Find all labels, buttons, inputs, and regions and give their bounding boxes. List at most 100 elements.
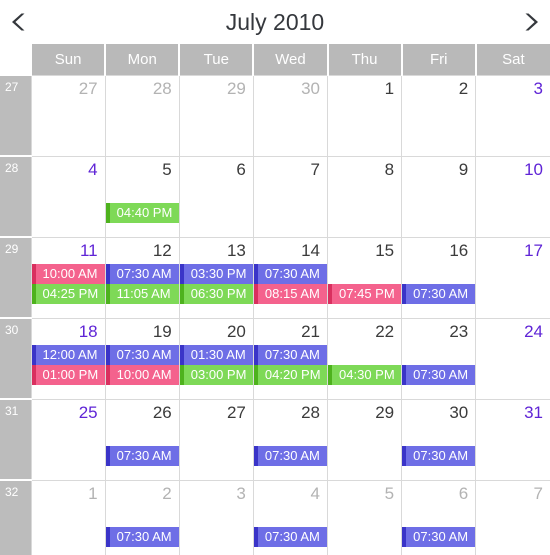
day-cell[interactable]: 10 xyxy=(475,155,550,237)
day-cell[interactable]: 2 xyxy=(401,74,476,156)
calendar-event[interactable]: 04:30 PM xyxy=(328,364,402,385)
day-cell[interactable]: 3 xyxy=(178,479,254,555)
day-cell[interactable]: 28 07:30 AM xyxy=(252,398,328,480)
day-cell[interactable]: 7 xyxy=(475,479,550,555)
event-slot-spacer xyxy=(403,507,476,527)
day-cell[interactable]: 27 xyxy=(30,74,106,156)
calendar-event[interactable]: 12:00 AM xyxy=(32,344,105,365)
day-number: 24 xyxy=(524,321,543,341)
calendar-event[interactable]: 07:30 AM xyxy=(106,526,179,547)
day-number: 4 xyxy=(88,159,98,179)
week-number-cell[interactable]: 32 xyxy=(0,479,32,555)
week-number-cell[interactable]: 28 xyxy=(0,155,32,237)
event-stack: 07:30 AM xyxy=(106,507,179,547)
week-number-cell[interactable]: 27 xyxy=(0,74,32,156)
calendar-titlebar: July 2010 xyxy=(0,0,550,44)
day-cell[interactable]: 28 xyxy=(104,74,180,156)
event-stack: 07:30 AM xyxy=(402,507,476,547)
event-stack: 04:40 PM xyxy=(106,183,179,223)
day-cell[interactable]: 3 xyxy=(475,74,550,156)
day-cell[interactable]: 14 07:30 AM 08:15 AM xyxy=(252,236,328,318)
calendar-event[interactable]: 07:30 AM xyxy=(254,263,328,284)
calendar-event[interactable]: 07:30 AM xyxy=(402,283,476,304)
day-cell[interactable]: 27 xyxy=(178,398,254,480)
day-cell[interactable]: 7 xyxy=(252,155,328,237)
day-cell[interactable]: 4 xyxy=(30,155,106,237)
event-stack: 07:30 AM xyxy=(254,426,328,466)
calendar-event[interactable]: 07:30 AM xyxy=(402,526,476,547)
calendar-event[interactable]: 08:15 AM xyxy=(254,283,328,304)
day-cell[interactable]: 18 12:00 AM 01:00 PM xyxy=(30,317,106,399)
calendar-event[interactable]: 10:00 AM xyxy=(106,364,179,385)
calendar-event[interactable]: 07:30 AM xyxy=(402,445,476,466)
day-number: 27 xyxy=(78,78,98,98)
week-number-cell[interactable]: 31 xyxy=(0,398,32,480)
day-cell[interactable]: 9 xyxy=(401,155,476,237)
day-cell[interactable]: 21 07:30 AM 04:20 PM xyxy=(252,317,328,399)
calendar-week-row: 28 4 5 04:40 PM 6 7 8 9 10 xyxy=(0,155,550,237)
day-cell[interactable]: 29 xyxy=(178,74,254,156)
day-cell[interactable]: 19 07:30 AM 10:00 AM xyxy=(104,317,180,399)
calendar-event[interactable]: 07:30 AM xyxy=(106,263,179,284)
event-stack: 03:30 PM 06:30 PM xyxy=(180,263,253,304)
day-cell[interactable]: 2 07:30 AM xyxy=(104,479,180,555)
event-stack: 07:30 AM xyxy=(106,426,179,466)
calendar-event[interactable]: 07:30 AM xyxy=(402,364,476,385)
calendar-event[interactable]: 07:30 AM xyxy=(106,344,179,365)
calendar-event[interactable]: 07:30 AM xyxy=(254,526,328,547)
day-cell[interactable]: 11 10:00 AM 04:25 PM xyxy=(30,236,106,318)
day-cell[interactable]: 1 xyxy=(30,479,106,555)
week-number-cell[interactable]: 30 xyxy=(0,317,32,399)
day-cell[interactable]: 29 xyxy=(327,398,402,480)
day-cell[interactable]: 15 07:45 PM xyxy=(327,236,402,318)
weekday-header-fri: Fri xyxy=(400,44,476,75)
day-number: 20 xyxy=(226,321,246,341)
event-stack: 01:30 AM 03:00 PM xyxy=(180,344,253,385)
day-number: 28 xyxy=(152,78,172,98)
calendar-event[interactable]: 04:40 PM xyxy=(106,202,179,223)
day-number: 5 xyxy=(384,483,395,503)
day-cell[interactable]: 30 07:30 AM xyxy=(401,398,476,480)
next-month-button[interactable] xyxy=(516,0,550,44)
day-cell[interactable]: 25 xyxy=(30,398,106,480)
calendar-event[interactable]: 10:00 AM xyxy=(32,263,105,284)
day-cell[interactable]: 17 xyxy=(475,236,550,318)
day-cell[interactable]: 26 07:30 AM xyxy=(104,398,180,480)
calendar-event[interactable]: 03:00 PM xyxy=(180,364,253,385)
day-cell[interactable]: 5 xyxy=(327,479,402,555)
day-cell[interactable]: 8 xyxy=(327,155,402,237)
event-slot-spacer xyxy=(403,264,476,284)
day-cell[interactable]: 1 xyxy=(327,74,402,156)
day-number: 5 xyxy=(162,159,172,179)
calendar-event[interactable]: 07:30 AM xyxy=(254,445,328,466)
day-cell[interactable]: 23 07:30 AM xyxy=(401,317,476,399)
day-number: 25 xyxy=(78,402,98,422)
day-cell[interactable]: 6 xyxy=(178,155,254,237)
day-cell[interactable]: 22 04:30 PM xyxy=(327,317,402,399)
day-number: 21 xyxy=(301,321,321,341)
day-cell[interactable]: 20 01:30 AM 03:00 PM xyxy=(178,317,254,399)
calendar-event[interactable]: 01:00 PM xyxy=(32,364,105,385)
day-cell[interactable]: 6 07:30 AM xyxy=(401,479,476,555)
calendar-event[interactable]: 03:30 PM xyxy=(180,263,253,284)
day-cell[interactable]: 5 04:40 PM xyxy=(104,155,180,237)
day-cell[interactable]: 24 xyxy=(475,317,550,399)
calendar-event[interactable]: 07:30 AM xyxy=(254,344,328,365)
day-cell[interactable]: 31 xyxy=(475,398,550,480)
event-stack: 07:30 AM xyxy=(402,264,476,304)
day-cell[interactable]: 16 07:30 AM xyxy=(401,236,476,318)
calendar-event[interactable]: 07:45 PM xyxy=(328,283,402,304)
calendar-event[interactable]: 07:30 AM xyxy=(106,445,179,466)
week-number-cell[interactable]: 29 xyxy=(0,236,32,318)
calendar-event[interactable]: 04:20 PM xyxy=(254,364,328,385)
day-cell[interactable]: 13 03:30 PM 06:30 PM xyxy=(178,236,254,318)
calendar-event[interactable]: 04:25 PM xyxy=(32,283,105,304)
event-stack: 07:30 AM xyxy=(402,426,476,466)
calendar-event[interactable]: 06:30 PM xyxy=(180,283,253,304)
day-cell[interactable]: 4 07:30 AM xyxy=(252,479,328,555)
calendar-event[interactable]: 01:30 AM xyxy=(180,344,253,365)
calendar-event[interactable]: 11:05 AM xyxy=(106,283,179,304)
day-cell[interactable]: 12 07:30 AM 11:05 AM xyxy=(104,236,180,318)
weekday-header-row: Sun Mon Tue Wed Thu Fri Sat xyxy=(0,44,550,75)
day-cell[interactable]: 30 xyxy=(252,74,328,156)
